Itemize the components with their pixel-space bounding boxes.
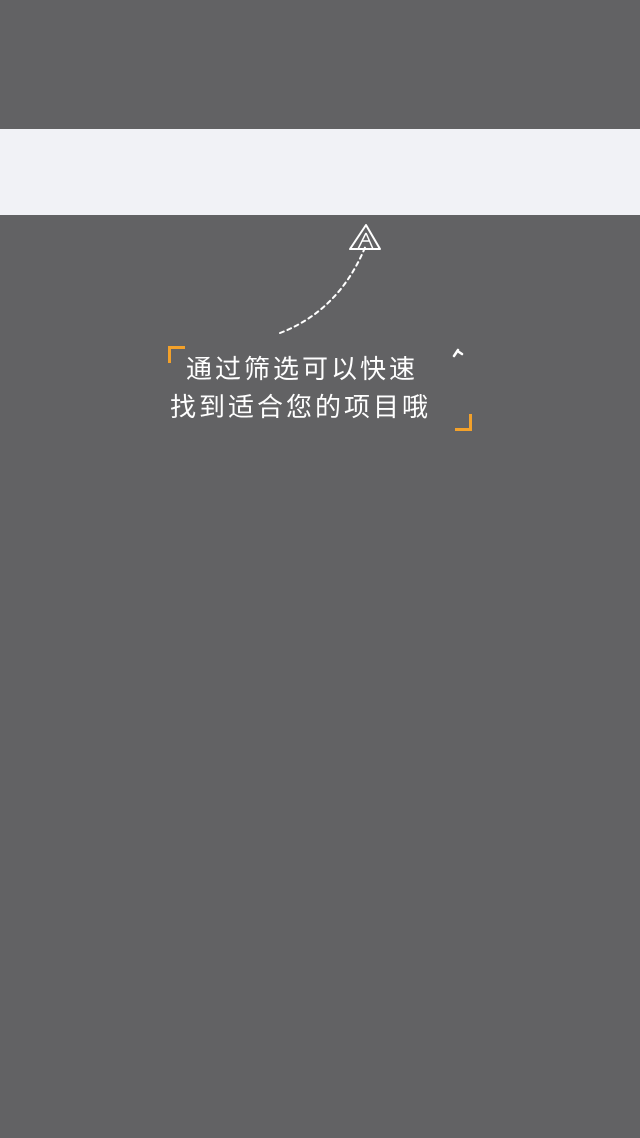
guide-tip: 通过筛选可以快速 找到适合您的项目哦 [160, 340, 480, 440]
dashed-arrow-icon [279, 224, 381, 334]
highlighted-filter-area[interactable] [0, 129, 640, 215]
close-bracket-icon [455, 414, 472, 431]
guide-text-line-2: 找到适合您的项目哦 [170, 393, 432, 423]
open-bracket-icon [168, 346, 185, 363]
guide-text-line-1: 通过筛选可以快速 [186, 355, 419, 385]
sparkle-icon [452, 348, 464, 358]
